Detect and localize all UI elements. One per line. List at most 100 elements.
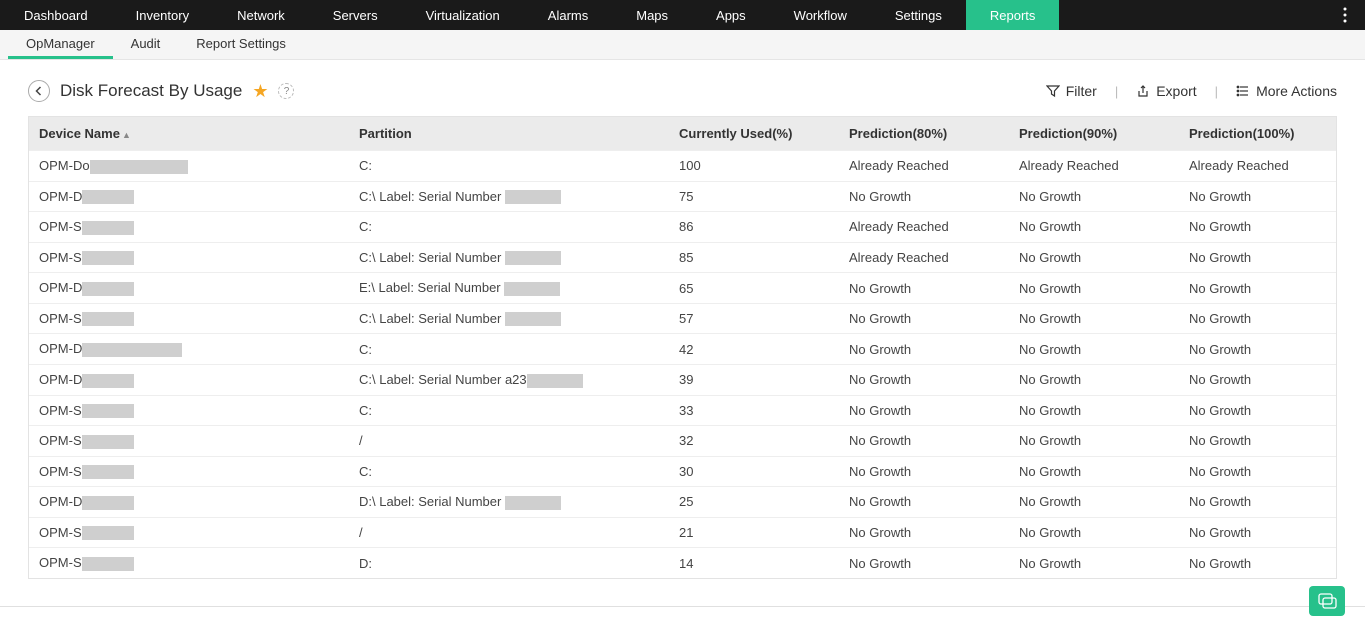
table-row[interactable]: OPM-SD:14No GrowthNo GrowthNo Growth [29,548,1336,578]
cell-p100: No Growth [1179,395,1336,426]
redacted-text [82,251,134,265]
subnav-report-settings[interactable]: Report Settings [178,30,304,59]
cell-partition: E:\ Label: Serial Number [349,273,669,304]
table-row[interactable]: OPM-SC:\ Label: Serial Number 57No Growt… [29,303,1336,334]
redacted-text [505,251,561,265]
cell-device-name: OPM-S [29,426,349,457]
table-row[interactable]: OPM-DoC:100Already ReachedAlready Reache… [29,151,1336,182]
cell-partition: C:\ Label: Serial Number [349,303,669,334]
col-device-name[interactable]: Device Name▲ [29,117,349,151]
table-row[interactable]: OPM-SC:86Already ReachedNo GrowthNo Grow… [29,212,1336,243]
nav-reports[interactable]: Reports [966,0,1060,30]
cell-partition: / [349,426,669,457]
nav-inventory[interactable]: Inventory [112,0,213,30]
table-row[interactable]: OPM-S/32No GrowthNo GrowthNo Growth [29,426,1336,457]
nav-maps[interactable]: Maps [612,0,692,30]
cell-p80: Already Reached [839,151,1009,182]
more-actions-button[interactable]: More Actions [1236,83,1337,99]
redacted-text [82,343,182,357]
chat-button[interactable] [1309,586,1345,616]
redacted-text [82,312,134,326]
nav-workflow[interactable]: Workflow [770,0,871,30]
cell-used: 39 [669,364,839,395]
chevron-left-icon [34,86,44,96]
subnav-opmanager[interactable]: OpManager [8,30,113,59]
export-button[interactable]: Export [1136,83,1196,99]
redacted-text [82,496,134,510]
table-row[interactable]: OPM-DE:\ Label: Serial Number 65 No Growt… [29,273,1336,304]
cell-p100: No Growth [1179,487,1336,518]
page-header: Disk Forecast By Usage ★ ? Filter | Expo… [0,60,1365,116]
help-button[interactable]: ? [278,83,294,99]
cell-p90: No Growth [1009,426,1179,457]
filter-icon [1046,84,1060,98]
export-label: Export [1156,83,1196,99]
cell-used: 32 [669,426,839,457]
cell-p90: No Growth [1009,242,1179,273]
cell-used: 42 [669,334,839,365]
cell-device-name: OPM-D [29,181,349,212]
nav-settings[interactable]: Settings [871,0,966,30]
redacted-text [505,312,561,326]
cell-p100: No Growth [1179,303,1336,334]
nav-virtualization[interactable]: Virtualization [402,0,524,30]
cell-partition: C:\ Label: Serial Number [349,181,669,212]
star-icon[interactable]: ★ [252,81,268,102]
back-button[interactable] [28,80,50,102]
cell-partition: / [349,517,669,548]
col-partition[interactable]: Partition [349,117,669,151]
nav-alarms[interactable]: Alarms [524,0,612,30]
cell-device-name: OPM-D [29,487,349,518]
table-row[interactable]: OPM-DC:\ Label: Serial Number 75No Growt… [29,181,1336,212]
cell-device-name: OPM-S [29,212,349,243]
cell-partition: D: [349,548,669,578]
cell-p100: No Growth [1179,517,1336,548]
kebab-menu[interactable] [1335,0,1355,30]
nav-network[interactable]: Network [213,0,309,30]
cell-p100: Already Reached [1179,151,1336,182]
cell-p100: No Growth [1179,273,1336,304]
list-icon [1236,84,1250,98]
cell-p90: No Growth [1009,395,1179,426]
cell-p80: No Growth [839,334,1009,365]
cell-used: 86 [669,212,839,243]
cell-p90: No Growth [1009,487,1179,518]
col-p100[interactable]: Prediction(100%) [1179,117,1336,151]
cell-used: 21 [669,517,839,548]
cell-partition: C: [349,212,669,243]
nav-apps[interactable]: Apps [692,0,770,30]
nav-dashboard[interactable]: Dashboard [0,0,112,30]
cell-device-name: OPM-S [29,456,349,487]
cell-p90: Already Reached [1009,151,1179,182]
cell-device-name: OPM-D [29,273,349,304]
nav-servers[interactable]: Servers [309,0,402,30]
cell-p80: No Growth [839,364,1009,395]
table-row[interactable]: OPM-DD:\ Label: Serial Number 25No Growt… [29,487,1336,518]
table-row[interactable]: OPM-SC:30No GrowthNo GrowthNo Growth [29,456,1336,487]
cell-p80: No Growth [839,487,1009,518]
cell-p90: No Growth [1009,364,1179,395]
cell-used: 65 [669,273,839,304]
cell-device-name: OPM-S [29,517,349,548]
table-row[interactable]: OPM-DC:42No GrowthNo GrowthNo Growth [29,334,1336,365]
filter-button[interactable]: Filter [1046,83,1097,99]
cell-used: 85 [669,242,839,273]
cell-p100: No Growth [1179,334,1336,365]
subnav-audit[interactable]: Audit [113,30,179,59]
table-row[interactable]: OPM-SC:33No GrowthNo GrowthNo Growth [29,395,1336,426]
table-row[interactable]: OPM-S/21No GrowthNo GrowthNo Growth [29,517,1336,548]
cell-p80: No Growth [839,548,1009,578]
sub-nav: OpManager Audit Report Settings [0,30,1365,60]
cell-p100: No Growth [1179,212,1336,243]
col-used[interactable]: Currently Used(%) [669,117,839,151]
cell-p80: No Growth [839,517,1009,548]
col-p80[interactable]: Prediction(80%) [839,117,1009,151]
report-table: Device Name▲ Partition Currently Used(%)… [28,116,1337,579]
separator: | [1115,84,1118,99]
cell-p100: No Growth [1179,242,1336,273]
chat-icon [1317,592,1337,610]
col-p90[interactable]: Prediction(90%) [1009,117,1179,151]
table-row[interactable]: OPM-DC:\ Label: Serial Number a2339No Gr… [29,364,1336,395]
table-row[interactable]: OPM-SC:\ Label: Serial Number 85Already … [29,242,1336,273]
cell-p90: No Growth [1009,456,1179,487]
